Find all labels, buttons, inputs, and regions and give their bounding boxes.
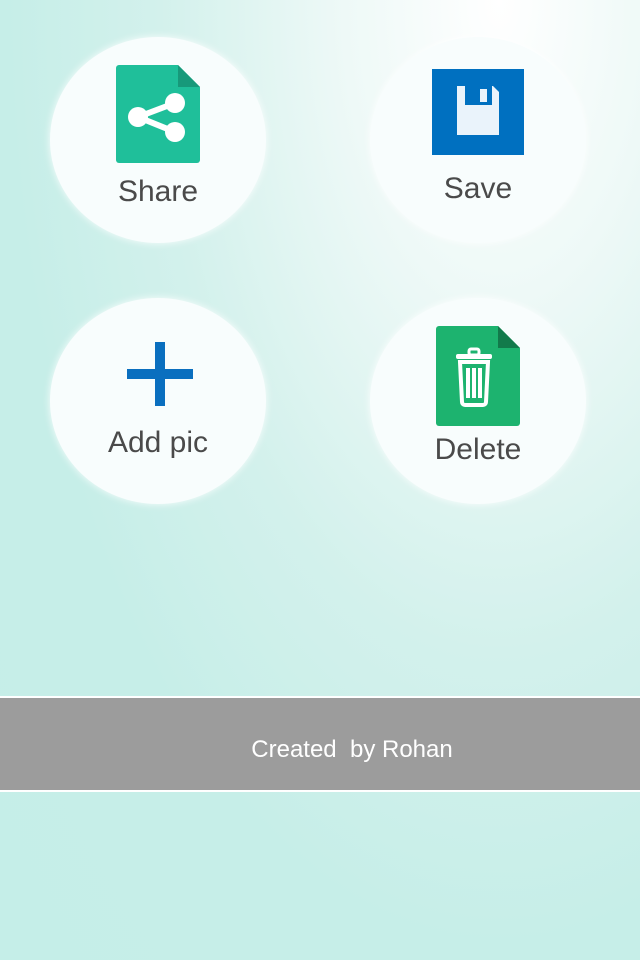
delete-button[interactable]: Delete [370,298,586,504]
save-button[interactable]: Save [370,37,586,243]
footer-bar: Created by Rohan [0,696,640,792]
save-label: Save [443,172,513,205]
add-pic-button[interactable]: Add pic [50,298,266,504]
floppy-disk-icon [432,69,524,155]
delete-label: Delete [434,433,522,466]
share-label: Share [117,175,199,208]
trash-can-icon [436,326,520,426]
add-pic-label: Add pic [107,426,209,459]
share-button[interactable]: Share [50,37,266,243]
share-file-icon [116,65,200,163]
footer-credit: Created by Rohan [251,736,453,763]
plus-icon [127,342,193,406]
